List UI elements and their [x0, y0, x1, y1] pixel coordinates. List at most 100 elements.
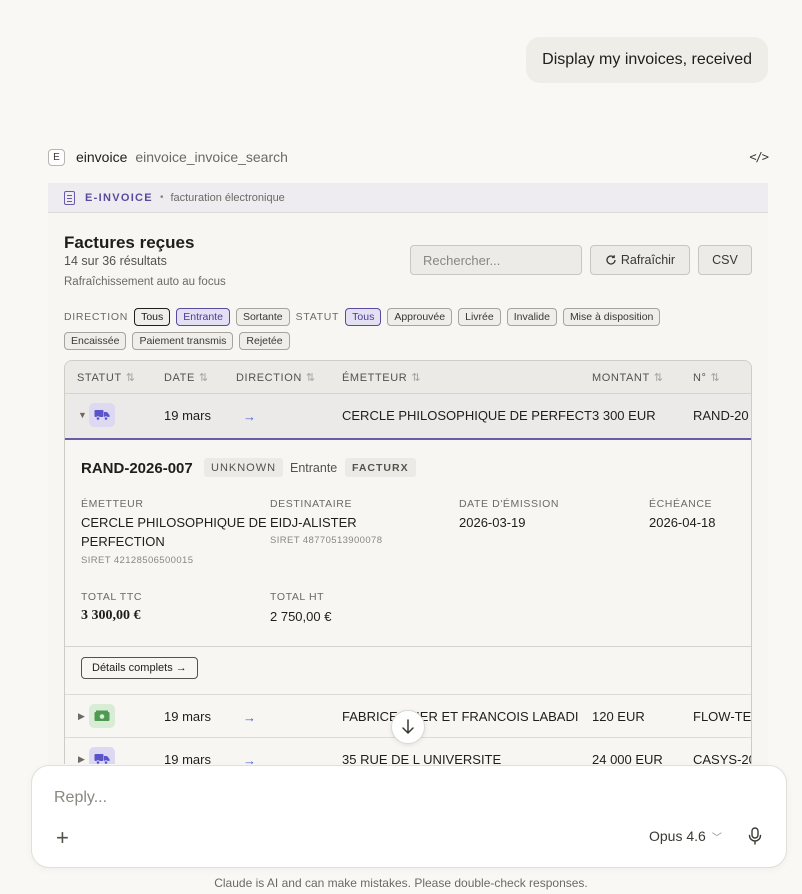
row-emitter: 35 RUE DE L UNIVERSITE	[342, 752, 502, 764]
status-chip-delivered[interactable]: Livrée	[458, 308, 501, 326]
sort-icon: ⇅	[305, 372, 316, 384]
full-details-button[interactable]: Détails complets →	[81, 657, 198, 679]
status-money-icon	[89, 704, 115, 728]
reply-input[interactable]	[54, 786, 654, 810]
detail-format-badge: FACTURX	[345, 458, 416, 477]
csv-label: CSV	[712, 253, 738, 267]
recipient-name: EIDJ-ALISTER	[270, 515, 357, 530]
row-emitter: FABRICE ATIER ET FRANCOIS LABADI	[342, 709, 579, 724]
status-chip-cashed[interactable]: Encaissée	[64, 332, 127, 350]
status-truck-icon	[89, 747, 115, 764]
column-header-status[interactable]: STATUT ⇅	[77, 371, 135, 384]
emitter-label: ÉMETTEUR	[81, 498, 144, 510]
row-amount: 24 000 EUR	[592, 752, 663, 764]
detail-invoice-number: RAND-2026-007	[81, 460, 193, 477]
autorefresh-note: Rafraîchissement auto au focus	[64, 276, 226, 288]
status-chip-all[interactable]: Tous	[345, 308, 382, 326]
row-number: CASYS-20	[693, 752, 752, 764]
sort-icon: ⇅	[653, 372, 663, 384]
model-name: Opus 4.6	[649, 828, 706, 844]
direction-filter-label: DIRECTION	[64, 311, 129, 323]
status-truck-icon	[89, 403, 115, 427]
direction-chip-all[interactable]: Tous	[134, 308, 171, 326]
reply-composer: + Opus 4.6 ﹀	[31, 765, 787, 868]
incoming-arrow-icon: →	[243, 409, 256, 424]
column-header-direction[interactable]: DIRECTION ⇅	[236, 371, 315, 384]
total-ttc-value: 3 300,00 €	[81, 608, 141, 623]
direction-chip-outgoing[interactable]: Sortante	[235, 308, 290, 326]
row-date: 19 mars	[164, 752, 211, 764]
detail-status-badge: UNKNOWN	[204, 458, 284, 477]
row-date: 19 mars	[164, 709, 211, 724]
recipient-siret: SIRET 48770513900078	[270, 535, 383, 546]
disclaimer-text: Claude is AI and can make mistakes. Plea…	[214, 876, 588, 890]
document-icon	[64, 190, 75, 205]
column-header-number[interactable]: N° ⇅	[693, 371, 720, 384]
chevron-down-icon: ﹀	[711, 832, 722, 844]
collapse-caret-icon[interactable]: ▼	[78, 410, 87, 420]
refresh-button[interactable]: Rafraîchir	[590, 245, 690, 275]
sort-icon: ⇅	[198, 372, 209, 384]
model-selector[interactable]: Opus 4.6 ﹀	[649, 828, 722, 844]
csv-export-button[interactable]: CSV	[698, 245, 752, 275]
invoice-card: E-INVOICE • facturation électronique Fac…	[48, 183, 768, 764]
scroll-to-bottom-button[interactable]	[391, 710, 425, 744]
row-number: FLOW-TES	[693, 709, 752, 724]
row-number: RAND-20	[693, 408, 749, 423]
due-date: 2026-04-18	[649, 515, 716, 530]
issue-date: 2026-03-19	[459, 515, 526, 530]
column-header-date[interactable]: DATE ⇅	[164, 371, 208, 384]
expand-caret-icon[interactable]: ▶	[78, 711, 85, 722]
card-header: E-INVOICE • facturation électronique	[48, 183, 768, 213]
code-icon[interactable]: </>	[749, 150, 769, 164]
add-attachment-icon[interactable]: +	[56, 825, 69, 851]
incoming-arrow-icon: →	[243, 710, 256, 725]
sort-icon: ⇅	[710, 372, 720, 384]
status-chip-approved[interactable]: Approuvée	[387, 308, 453, 326]
recipient-label: DESTINATAIRE	[270, 498, 353, 510]
row-amount: 120 EUR	[592, 709, 645, 724]
results-count: 14 sur 36 résultats	[64, 254, 167, 268]
invoice-detail-panel: RAND-2026-007 UNKNOWN Entrante FACTURX É…	[65, 440, 751, 695]
brand-label: E-INVOICE	[85, 191, 153, 204]
emitter-siret: SIRET 42128506500015	[81, 555, 194, 566]
status-chip-made-available[interactable]: Mise à disposition	[562, 308, 661, 326]
arrow-down-icon	[402, 719, 414, 734]
row-emitter: CERCLE PHILOSOPHIQUE DE PERFECT	[342, 408, 592, 423]
microphone-icon[interactable]	[748, 827, 762, 850]
detail-direction: Entrante	[290, 461, 338, 475]
invoice-table: STATUT ⇅ DATE ⇅ DIRECTION ⇅ ÉMETTEUR ⇅ MONTA…	[64, 360, 752, 764]
user-message-bubble: Display my invoices, received	[526, 37, 768, 83]
total-ttc-label: TOTAL TTC	[81, 591, 143, 603]
detail-divider	[65, 646, 751, 647]
column-header-emitter[interactable]: ÉMETTEUR ⇅	[342, 371, 421, 384]
tool-call-row[interactable]: E einvoice einvoice_invoice_search </>	[48, 146, 769, 168]
sort-icon: ⇅	[411, 372, 421, 384]
status-filter-label: STATUT	[295, 311, 340, 323]
issue-date-label: DATE D'ÉMISSION	[459, 498, 560, 510]
user-message-text: Display my invoices, received	[542, 51, 752, 68]
total-ht-label: TOTAL HT	[270, 591, 325, 603]
refresh-label: Rafraîchir	[620, 253, 676, 267]
due-date-label: ÉCHÉANCE	[649, 498, 713, 510]
tool-name: einvoice	[76, 149, 128, 165]
refresh-icon	[606, 255, 616, 265]
sort-icon: ⇅	[125, 372, 135, 384]
status-chip-rejected[interactable]: Rejetée	[239, 332, 290, 350]
table-header: STATUT ⇅ DATE ⇅ DIRECTION ⇅ ÉMETTEUR ⇅ MONTA…	[65, 361, 751, 394]
direction-chip-incoming[interactable]: Entrante	[176, 308, 230, 326]
status-chip-payment-sent[interactable]: Paiement transmis	[132, 332, 234, 350]
row-amount: 3 300 EUR	[592, 408, 656, 423]
expand-caret-icon[interactable]: ▶	[78, 754, 85, 764]
search-input[interactable]	[410, 245, 582, 275]
table-row[interactable]: ▼ 19 mars → CERCLE PHILOSOPHIQUE DE PERF…	[65, 394, 751, 440]
row-date: 19 mars	[164, 408, 211, 423]
page-title: Factures reçues	[64, 233, 195, 252]
emitter-name-line1: CERCLE PHILOSOPHIQUE DE	[81, 515, 267, 530]
tool-function: einvoice_invoice_search	[135, 149, 288, 165]
filter-bar: DIRECTION Tous Entrante Sortante STATUT …	[64, 308, 754, 356]
status-chip-invalid[interactable]: Invalide	[506, 308, 557, 326]
column-header-amount[interactable]: MONTANT ⇅	[592, 371, 663, 384]
brand-tagline: facturation électronique	[170, 191, 285, 204]
header-separator: •	[159, 192, 164, 203]
